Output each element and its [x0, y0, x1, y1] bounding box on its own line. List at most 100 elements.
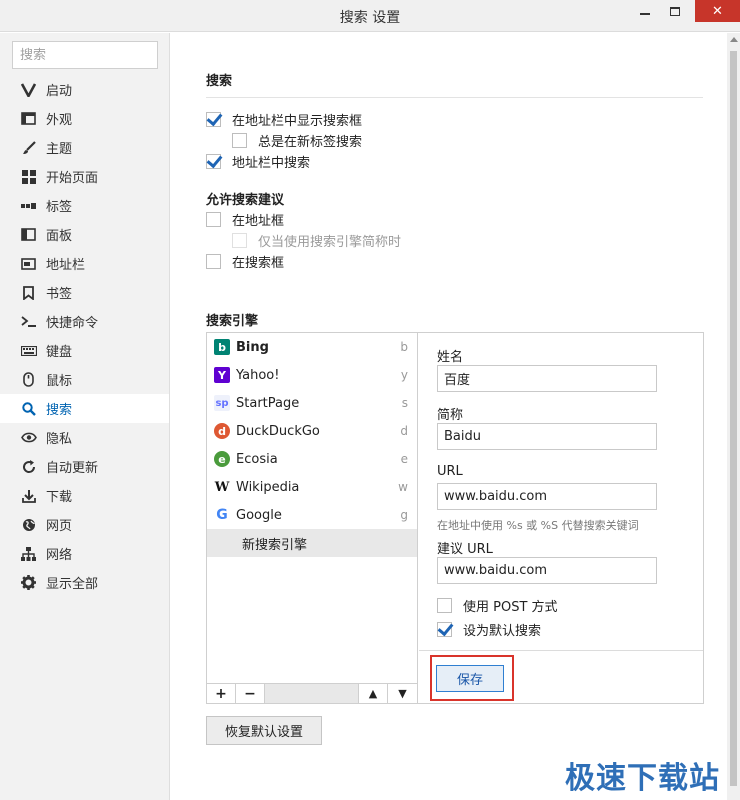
suggest-url-label: 建议 URL [437, 542, 493, 557]
scroll-up-icon[interactable] [730, 37, 738, 42]
engine-item-wikipedia[interactable]: W Wikipedia w [207, 473, 417, 501]
sidebar-item-address-bar[interactable]: 地址栏 [0, 249, 169, 278]
close-button[interactable]: ✕ [695, 0, 740, 22]
set-default-option[interactable]: 设为默认搜索 [437, 620, 541, 639]
minimize-button[interactable] [630, 0, 660, 22]
toolbar-spacer [265, 684, 359, 703]
search-section-title: 搜索 [206, 74, 233, 89]
url-input[interactable] [437, 483, 657, 510]
show-search-field-option[interactable]: 在地址栏中显示搜索框 [206, 110, 362, 129]
minus-icon: − [244, 685, 256, 702]
sidebar-item-label: 快捷命令 [46, 316, 99, 331]
engine-item-duckduckgo[interactable]: d DuckDuckGo d [207, 417, 417, 445]
gear-icon [20, 574, 37, 591]
sidebar-search-input[interactable] [12, 41, 158, 69]
title-bar: 搜索 设置 ✕ [0, 0, 740, 32]
minimize-icon [640, 13, 650, 15]
scrollbar-thumb[interactable] [730, 51, 737, 786]
always-new-tab-option[interactable]: 总是在新标签搜索 [232, 131, 362, 150]
network-icon [20, 545, 37, 562]
save-button[interactable]: 保存 [436, 665, 504, 692]
move-down-button[interactable]: ▼ [388, 684, 417, 703]
sidebar-item-panels[interactable]: 面板 [0, 220, 169, 249]
name-label: 姓名 [437, 350, 464, 365]
move-up-button[interactable]: ▲ [359, 684, 388, 703]
sidebar-item-network[interactable]: 网络 [0, 539, 169, 568]
engine-key: b [400, 340, 408, 354]
search-in-address-option[interactable]: 地址栏中搜索 [206, 152, 310, 171]
suggest-in-address-checkbox[interactable] [206, 212, 221, 227]
only-nickname-option: 仅当使用搜索引擎简称时 [232, 231, 401, 250]
restore-defaults-button[interactable]: 恢复默认设置 [206, 716, 322, 745]
engine-name: DuckDuckGo [236, 423, 320, 439]
sidebar-item-search[interactable]: 搜索 [0, 394, 169, 423]
nickname-label: 简称 [437, 408, 464, 423]
eye-icon [20, 429, 37, 446]
sidebar-item-bookmarks[interactable]: 书签 [0, 278, 169, 307]
engine-item-google[interactable]: G Google g [207, 501, 417, 529]
watermark-logo: 极速下载站 [565, 761, 720, 796]
use-post-checkbox[interactable] [437, 598, 452, 613]
add-engine-button[interactable]: + [207, 684, 236, 703]
only-nickname-label: 仅当使用搜索引擎简称时 [258, 235, 402, 250]
always-new-tab-label: 总是在新标签搜索 [258, 135, 363, 150]
sidebar-item-label: 网络 [46, 548, 73, 563]
suggest-in-address-label: 在地址框 [232, 214, 285, 229]
maximize-icon [670, 6, 680, 16]
sidebar-item-themes[interactable]: 主题 [0, 133, 169, 162]
sidebar-item-label: 书签 [46, 287, 73, 302]
sidebar-item-tabs[interactable]: 标签 [0, 191, 169, 220]
engine-item-new[interactable]: 新搜索引擎 [207, 529, 417, 557]
suggest-in-search-field-checkbox[interactable] [206, 254, 221, 269]
sidebar-item-label: 显示全部 [46, 577, 99, 592]
suggest-in-search-field-option[interactable]: 在搜索框 [206, 252, 284, 271]
yahoo-icon: Y [214, 367, 230, 383]
use-post-label: 使用 POST 方式 [463, 600, 558, 615]
engine-item-startpage[interactable]: sp StartPage s [207, 389, 417, 417]
grid-icon [20, 168, 37, 185]
nickname-input[interactable] [437, 423, 657, 450]
sidebar-item-label: 网页 [46, 519, 73, 534]
show-search-field-checkbox[interactable] [206, 112, 221, 127]
search-in-address-checkbox[interactable] [206, 154, 221, 169]
sidebar-item-label: 标签 [46, 200, 73, 215]
save-highlight-box: 保存 [430, 655, 514, 701]
suggest-in-address-option[interactable]: 在地址框 [206, 210, 284, 229]
engine-item-bing[interactable]: b Bing b [207, 333, 417, 361]
sidebar-item-downloads[interactable]: 下载 [0, 481, 169, 510]
sidebar-item-quick-commands[interactable]: 快捷命令 [0, 307, 169, 336]
maximize-button[interactable] [660, 0, 690, 22]
url-hint: 在地址中使用 %s 或 %S 代替搜索关键词 [437, 519, 639, 532]
sidebar-item-show-all[interactable]: 显示全部 [0, 568, 169, 597]
suggest-url-input[interactable] [437, 557, 657, 584]
use-post-option[interactable]: 使用 POST 方式 [437, 596, 558, 615]
engine-item-yahoo[interactable]: Y Yahoo! y [207, 361, 417, 389]
sidebar-item-mouse[interactable]: 鼠标 [0, 365, 169, 394]
tabs-icon [20, 197, 37, 214]
remove-engine-button[interactable]: − [236, 684, 265, 703]
search-engines-panel: b Bing b Y Yahoo! y sp StartPage s d Duc… [206, 332, 704, 704]
sidebar-item-appearance[interactable]: 外观 [0, 104, 169, 133]
brush-icon [20, 139, 37, 156]
set-default-checkbox[interactable] [437, 622, 452, 637]
sidebar-item-label: 开始页面 [46, 171, 99, 186]
sidebar-item-webpages[interactable]: 网页 [0, 510, 169, 539]
panel-icon [20, 226, 37, 243]
sidebar-item-auto-update[interactable]: 自动更新 [0, 452, 169, 481]
globe-icon [20, 516, 37, 533]
sidebar-item-keyboard[interactable]: 键盘 [0, 336, 169, 365]
vivaldi-v-icon [20, 81, 37, 98]
engine-key: d [400, 424, 408, 438]
name-input[interactable] [437, 365, 657, 392]
sidebar-item-label: 主题 [46, 142, 73, 157]
engines-section-title: 搜索引擎 [206, 314, 259, 329]
sidebar-item-privacy[interactable]: 隐私 [0, 423, 169, 452]
sidebar-item-startup[interactable]: 启动 [0, 75, 169, 104]
sidebar-item-start-page[interactable]: 开始页面 [0, 162, 169, 191]
url-label: URL [437, 464, 463, 479]
sidebar-item-label: 面板 [46, 229, 73, 244]
keyboard-icon [20, 342, 37, 359]
engine-item-ecosia[interactable]: e Ecosia e [207, 445, 417, 473]
vertical-scrollbar[interactable] [727, 33, 740, 800]
always-new-tab-checkbox[interactable] [232, 133, 247, 148]
